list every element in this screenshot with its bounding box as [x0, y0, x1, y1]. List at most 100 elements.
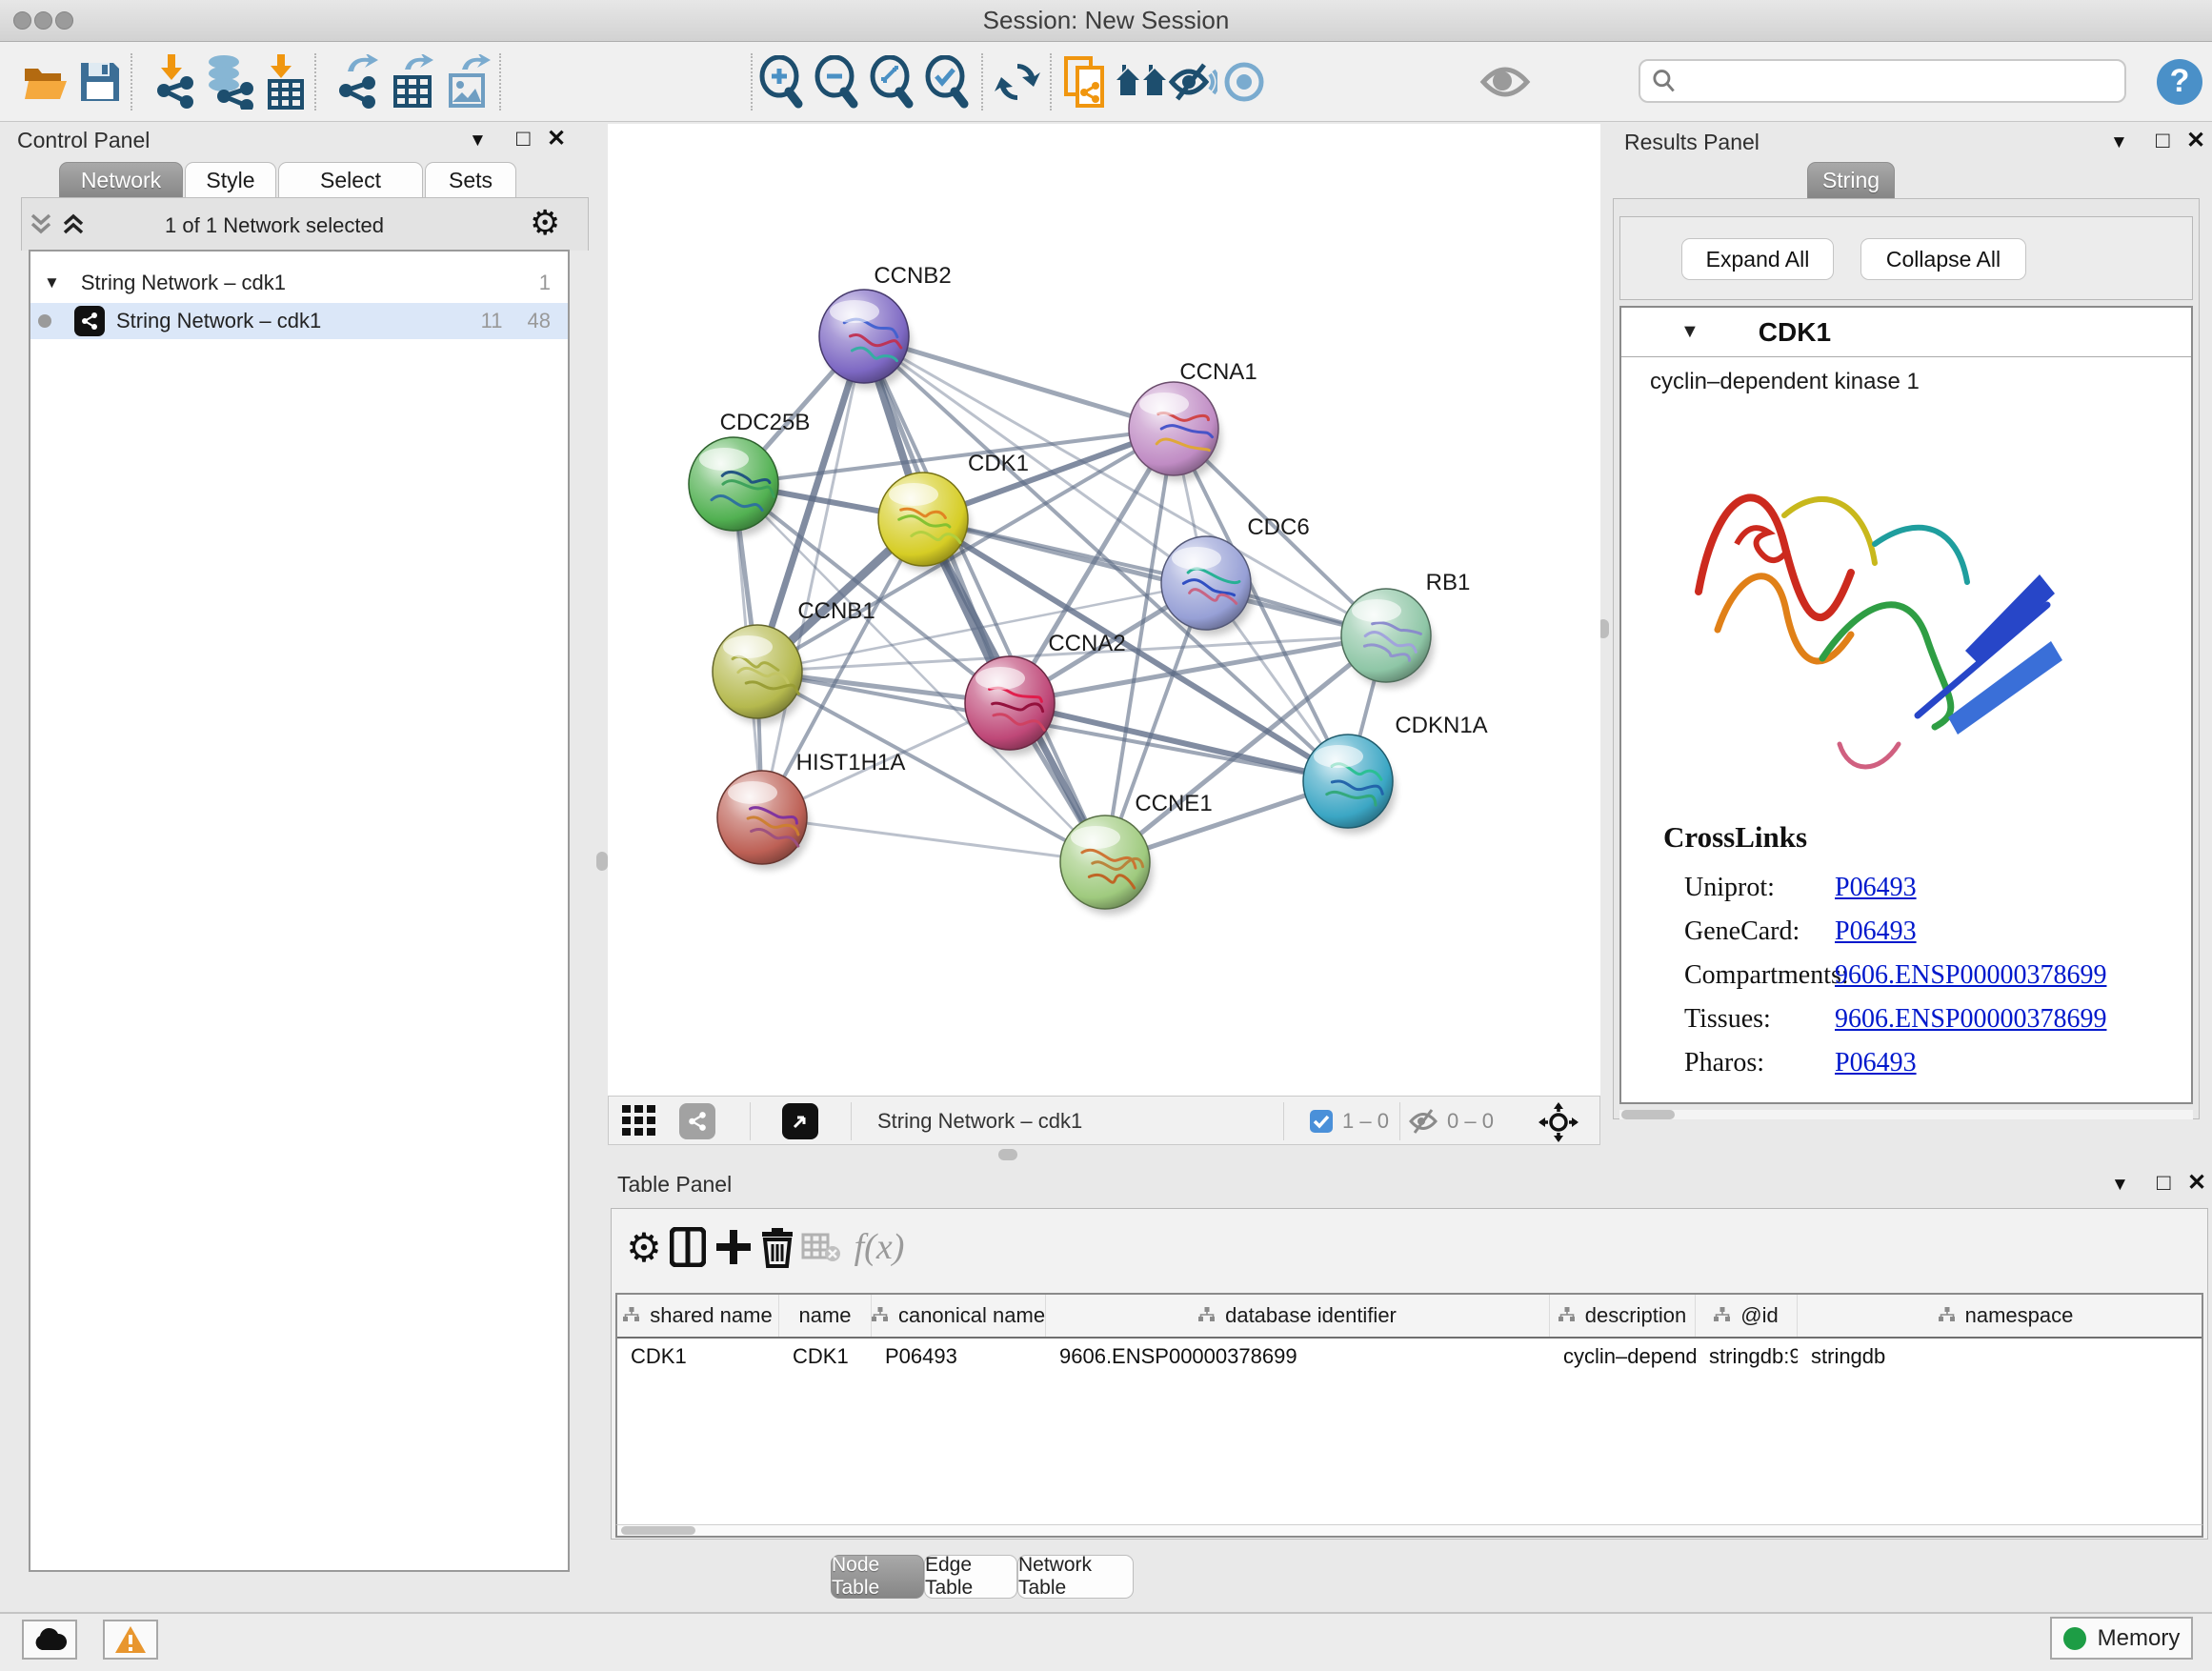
table-cell[interactable]: stringdb:9... — [1696, 1339, 1798, 1375]
network-edge[interactable] — [864, 336, 1105, 862]
collapse-section-icon[interactable]: ▼ — [1680, 321, 1699, 343]
tab-network-table[interactable]: Network Table — [1017, 1555, 1134, 1599]
clone-network-icon[interactable] — [1058, 51, 1114, 112]
show-details-eye-icon[interactable] — [1217, 51, 1272, 112]
window-close-icon[interactable] — [13, 11, 31, 30]
zoom-selected-icon[interactable] — [919, 51, 975, 112]
network-collection-row[interactable]: ▼ String Network – cdk1 1 — [30, 265, 568, 301]
tab-select[interactable]: Select — [278, 162, 423, 198]
network-edge[interactable] — [762, 817, 1105, 862]
import-table-file-icon[interactable] — [256, 51, 312, 112]
panel-close-icon[interactable]: ✕ — [2187, 1172, 2206, 1195]
crosslink-value-link[interactable]: P06493 — [1835, 873, 1917, 903]
refresh-icon[interactable] — [990, 51, 1045, 112]
add-column-icon[interactable] — [713, 1222, 754, 1272]
network-row[interactable]: String Network – cdk1 11 48 — [30, 303, 568, 339]
bottom-splitter-handle[interactable] — [998, 1149, 1017, 1160]
panel-menu-chevron-icon[interactable]: ▼ — [2111, 1176, 2129, 1194]
crosslink-value-link[interactable]: P06493 — [1835, 916, 1917, 947]
table-cell[interactable]: cyclin–dependent ... — [1550, 1339, 1696, 1375]
delete-column-trash-icon[interactable] — [756, 1222, 798, 1272]
hide-details-eye-slash-icon[interactable] — [1165, 51, 1220, 112]
network-node-CCNB2[interactable]: CCNB2 — [819, 263, 952, 389]
protein-card-header[interactable]: ▼ CDK1 — [1621, 308, 2191, 357]
preview-eye-icon[interactable] — [1478, 51, 1533, 112]
crosslink-value-link[interactable]: P06493 — [1835, 1048, 1917, 1078]
detach-view-icon[interactable] — [782, 1103, 818, 1139]
panel-float-icon[interactable]: □ — [2156, 130, 2170, 152]
network-node-HIST1H1A[interactable]: HIST1H1A — [717, 750, 905, 870]
network-node-RB1[interactable]: RB1 — [1341, 570, 1470, 688]
tab-string-results[interactable]: String — [1807, 162, 1895, 198]
window-minimize-icon[interactable] — [34, 11, 52, 30]
network-options-gear-icon[interactable]: ⚙ — [530, 206, 560, 240]
left-splitter-handle[interactable] — [596, 852, 608, 871]
network-node-CDKN1A[interactable]: CDKN1A — [1303, 713, 1488, 834]
column-header-canonical-name[interactable]: canonical name — [872, 1295, 1046, 1337]
table-options-gear-icon[interactable]: ⚙ — [623, 1222, 665, 1272]
table-cell[interactable]: stringdb — [1798, 1339, 2203, 1375]
string-badge-icon[interactable] — [679, 1103, 715, 1139]
tab-style[interactable]: Style — [185, 162, 276, 198]
network-edge[interactable] — [1010, 429, 1174, 703]
column-header--id[interactable]: @id — [1696, 1295, 1798, 1337]
table-cell[interactable]: CDK1 — [779, 1339, 872, 1375]
table-cell[interactable]: 9606.ENSP00000378699 — [1046, 1339, 1550, 1375]
zoom-in-icon[interactable] — [754, 51, 809, 112]
network-node-CDK1[interactable]: CDK1 — [878, 451, 1029, 572]
import-network-file-icon[interactable] — [146, 51, 201, 112]
panel-close-icon[interactable]: ✕ — [2186, 130, 2205, 152]
import-network-database-icon[interactable] — [201, 51, 256, 112]
search-input[interactable] — [1677, 68, 2113, 94]
toolbar-search-field[interactable] — [1639, 59, 2126, 103]
network-canvas[interactable]: CCNB2CCNA1CDC25BCDK1CDC6RB1CCNB1CCNA2CDK… — [608, 124, 1600, 1096]
collapse-all-button[interactable]: Collapse All — [1860, 238, 2026, 280]
panel-menu-chevron-icon[interactable]: ▼ — [469, 131, 487, 150]
cloud-status-button[interactable] — [22, 1620, 77, 1660]
network-node-CCNE1[interactable]: CCNE1 — [1060, 791, 1213, 915]
crosslink-value-link[interactable]: 9606.ENSP00000378699 — [1835, 1004, 2106, 1035]
table-horizontal-scrollbar[interactable] — [615, 1524, 2203, 1538]
hidden-eye-slash-icon[interactable] — [1409, 1108, 1438, 1139]
birds-eye-view-icon[interactable] — [622, 1105, 660, 1142]
network-node-CCNB1[interactable]: CCNB1 — [713, 598, 875, 724]
tab-sets[interactable]: Sets — [425, 162, 516, 198]
column-header-name[interactable]: name — [779, 1295, 872, 1337]
export-table-icon[interactable] — [386, 51, 441, 112]
save-session-icon[interactable] — [72, 51, 128, 112]
table-cell[interactable]: CDK1 — [617, 1339, 779, 1375]
export-network-icon[interactable] — [329, 51, 384, 112]
help-icon[interactable]: ? — [2152, 51, 2207, 112]
network-node-CCNA1[interactable]: CCNA1 — [1129, 359, 1257, 481]
open-session-icon[interactable] — [18, 51, 73, 112]
tab-node-table[interactable]: Node Table — [831, 1555, 924, 1599]
panel-close-icon[interactable]: ✕ — [547, 128, 566, 151]
column-header-namespace[interactable]: namespace — [1798, 1295, 2203, 1337]
expand-all-button[interactable]: Expand All — [1681, 238, 1834, 280]
collection-expand-icon[interactable]: ▼ — [44, 273, 60, 292]
panel-menu-chevron-icon[interactable]: ▼ — [2110, 133, 2128, 151]
memory-button[interactable]: Memory — [2050, 1617, 2193, 1660]
network-node-CDC6[interactable]: CDC6 — [1161, 514, 1310, 635]
tab-network[interactable]: Network — [59, 162, 183, 198]
zoom-fit-icon[interactable] — [864, 51, 919, 112]
zoom-out-icon[interactable] — [809, 51, 864, 112]
table-cell[interactable]: P06493 — [872, 1339, 1046, 1375]
table-row[interactable]: CDK1CDK1P064939606.ENSP00000378699cyclin… — [617, 1339, 2202, 1375]
warnings-button[interactable] — [103, 1620, 158, 1660]
pan-crosshair-icon[interactable] — [1538, 1102, 1579, 1147]
export-image-icon[interactable] — [441, 51, 496, 112]
column-header-database-identifier[interactable]: database identifier — [1046, 1295, 1550, 1337]
network-node-CDC25B[interactable]: CDC25B — [689, 410, 810, 536]
column-header-description[interactable]: description — [1550, 1295, 1696, 1337]
window-zoom-icon[interactable] — [55, 11, 73, 30]
show-columns-icon[interactable] — [667, 1222, 709, 1272]
tab-edge-table[interactable]: Edge Table — [924, 1555, 1017, 1599]
results-horizontal-scrollbar[interactable] — [1619, 1110, 2193, 1119]
panel-float-icon[interactable]: □ — [2157, 1172, 2171, 1195]
crosslink-value-link[interactable]: 9606.ENSP00000378699 — [1835, 960, 2106, 991]
selected-checkbox-icon[interactable] — [1310, 1110, 1333, 1137]
home-networks-icon[interactable] — [1114, 51, 1169, 112]
column-header-shared-name[interactable]: shared name — [617, 1295, 779, 1337]
panel-float-icon[interactable]: □ — [516, 128, 531, 151]
